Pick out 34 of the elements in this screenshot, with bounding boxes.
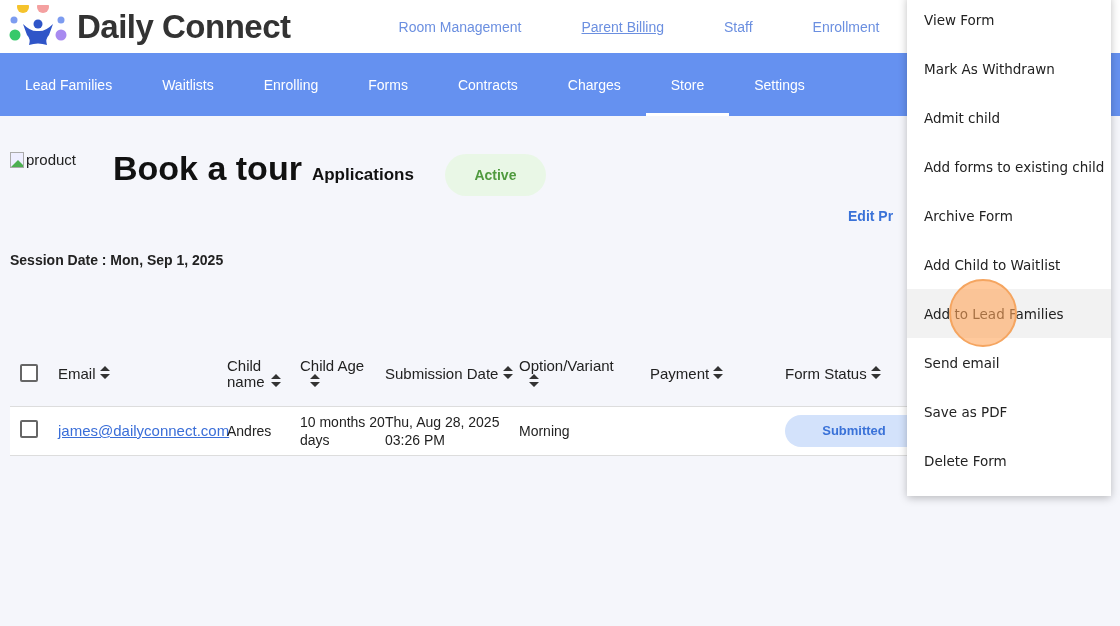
column-header[interactable]: Payment: [650, 366, 710, 382]
column-header[interactable]: Submission Date: [385, 366, 499, 382]
sort-icon[interactable]: [99, 366, 110, 379]
sort-icon[interactable]: [529, 374, 539, 387]
product-title: Book a tour: [113, 149, 302, 188]
column-header[interactable]: Form Status: [785, 366, 867, 382]
column-header[interactable]: Option/Variant: [519, 358, 614, 374]
checkbox[interactable]: [20, 363, 38, 382]
menu-item[interactable]: Add forms to existing child: [907, 142, 1111, 191]
sort-icon[interactable]: [713, 366, 724, 379]
menu-item[interactable]: Archive Form: [907, 191, 1111, 240]
sort-icon[interactable]: [870, 366, 881, 379]
checkbox[interactable]: [20, 420, 38, 438]
column-header[interactable]: Child Age: [300, 358, 365, 374]
status-badge: Active: [444, 154, 546, 196]
table-cell: Thu, Aug 28, 2025 03:26 PM: [385, 414, 500, 448]
menu-item[interactable]: Add Child to Waitlist: [907, 240, 1111, 289]
column-header[interactable]: Email: [58, 366, 96, 382]
image-alt-text: product: [26, 151, 77, 168]
menu-item[interactable]: Mark As Withdrawn: [907, 44, 1111, 93]
sort-icon[interactable]: [310, 374, 320, 387]
column-header[interactable]: Child name: [227, 358, 267, 390]
edit-link[interactable]: Edit Pr: [848, 208, 894, 224]
menu-item[interactable]: Send email: [907, 338, 1111, 387]
broken-image-icon: [10, 151, 26, 168]
session-date: Session Date : Mon, Sep 1, 2025: [10, 252, 224, 268]
menu-item[interactable]: View Form: [907, 0, 1111, 44]
brand-name: Daily Connect: [77, 7, 291, 46]
menu-item[interactable]: Admit child: [907, 93, 1111, 142]
sort-icon[interactable]: [271, 374, 282, 387]
product-subtitle: Applications: [311, 165, 414, 185]
table-cell: Morning: [519, 423, 570, 439]
table-cell: 10 months 20 days: [300, 414, 385, 448]
sort-icon[interactable]: [502, 366, 513, 379]
